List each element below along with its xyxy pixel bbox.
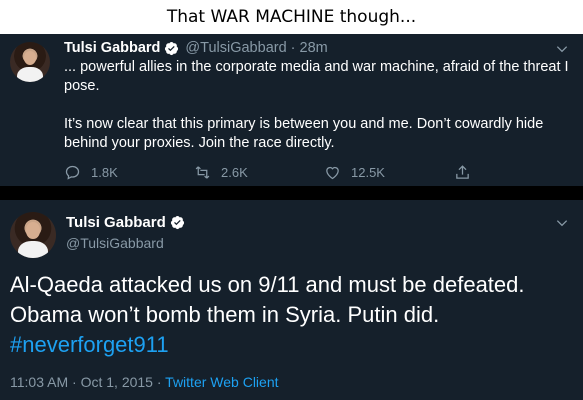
separator: · [156, 374, 162, 390]
tweet-line: Al-Qaeda attacked us on 9/11 and must be… [10, 272, 525, 297]
display-name[interactable]: Tulsi Gabbard [66, 214, 166, 231]
separator: · [72, 374, 77, 390]
tweet-line: Obama won’t bomb them in Syria. Putin di… [10, 302, 440, 327]
tweet-header: Tulsi Gabbard @TulsiGabbard · 28m [64, 38, 328, 58]
hashtag-link[interactable]: #neverforget911 [10, 330, 575, 360]
timestamp[interactable]: 28m [300, 40, 328, 56]
reply-button[interactable]: 1.8K [64, 164, 194, 181]
separator: · [290, 40, 296, 56]
tweet-body: ... powerful allies in the corporate med… [64, 58, 569, 153]
tweet-date[interactable]: Oct 1, 2015 [81, 374, 153, 390]
avatar[interactable] [10, 212, 56, 258]
tweet-meta: 11:03 AM · Oct 1, 2015 · Twitter Web Cli… [10, 374, 279, 390]
chevron-down-icon[interactable] [555, 42, 569, 56]
tweet-paragraph: ... powerful allies in the corporate med… [64, 59, 569, 94]
heart-icon [326, 166, 339, 179]
handle[interactable]: @TulsiGabbard [66, 235, 164, 251]
like-count: 12.5K [351, 164, 385, 180]
reply-count: 1.8K [91, 164, 118, 180]
divider [0, 186, 583, 200]
reply-icon [65, 165, 80, 180]
tweet-time[interactable]: 11:03 AM [10, 374, 68, 390]
meme-caption: That WAR MACHINE though... [0, 0, 583, 34]
display-name[interactable]: Tulsi Gabbard [64, 40, 160, 56]
retweet-button[interactable]: 2.6K [194, 164, 324, 181]
tweet-actions: 1.8K 2.6K 12.5K [64, 162, 504, 182]
retweet-count: 2.6K [221, 164, 248, 180]
verified-badge-icon [165, 41, 179, 55]
share-button[interactable] [454, 164, 481, 181]
avatar[interactable] [10, 42, 50, 82]
tweet-header: Tulsi Gabbard [66, 214, 185, 231]
retweet-icon [195, 165, 210, 179]
tweet-detail[interactable]: Tulsi Gabbard @TulsiGabbard Al-Qaeda att… [0, 200, 583, 400]
verified-badge-icon [170, 215, 184, 230]
tweet-body: Al-Qaeda attacked us on 9/11 and must be… [10, 270, 575, 360]
tweet-recent[interactable]: Tulsi Gabbard @TulsiGabbard · 28m ... po… [0, 34, 583, 186]
chevron-down-icon[interactable] [555, 216, 569, 230]
like-button[interactable]: 12.5K [324, 164, 454, 181]
client-link[interactable]: Twitter Web Client [165, 374, 278, 390]
share-icon [456, 164, 469, 179]
handle[interactable]: @TulsiGabbard [185, 40, 286, 56]
tweet-paragraph: It’s now clear that this primary is betw… [64, 116, 544, 151]
